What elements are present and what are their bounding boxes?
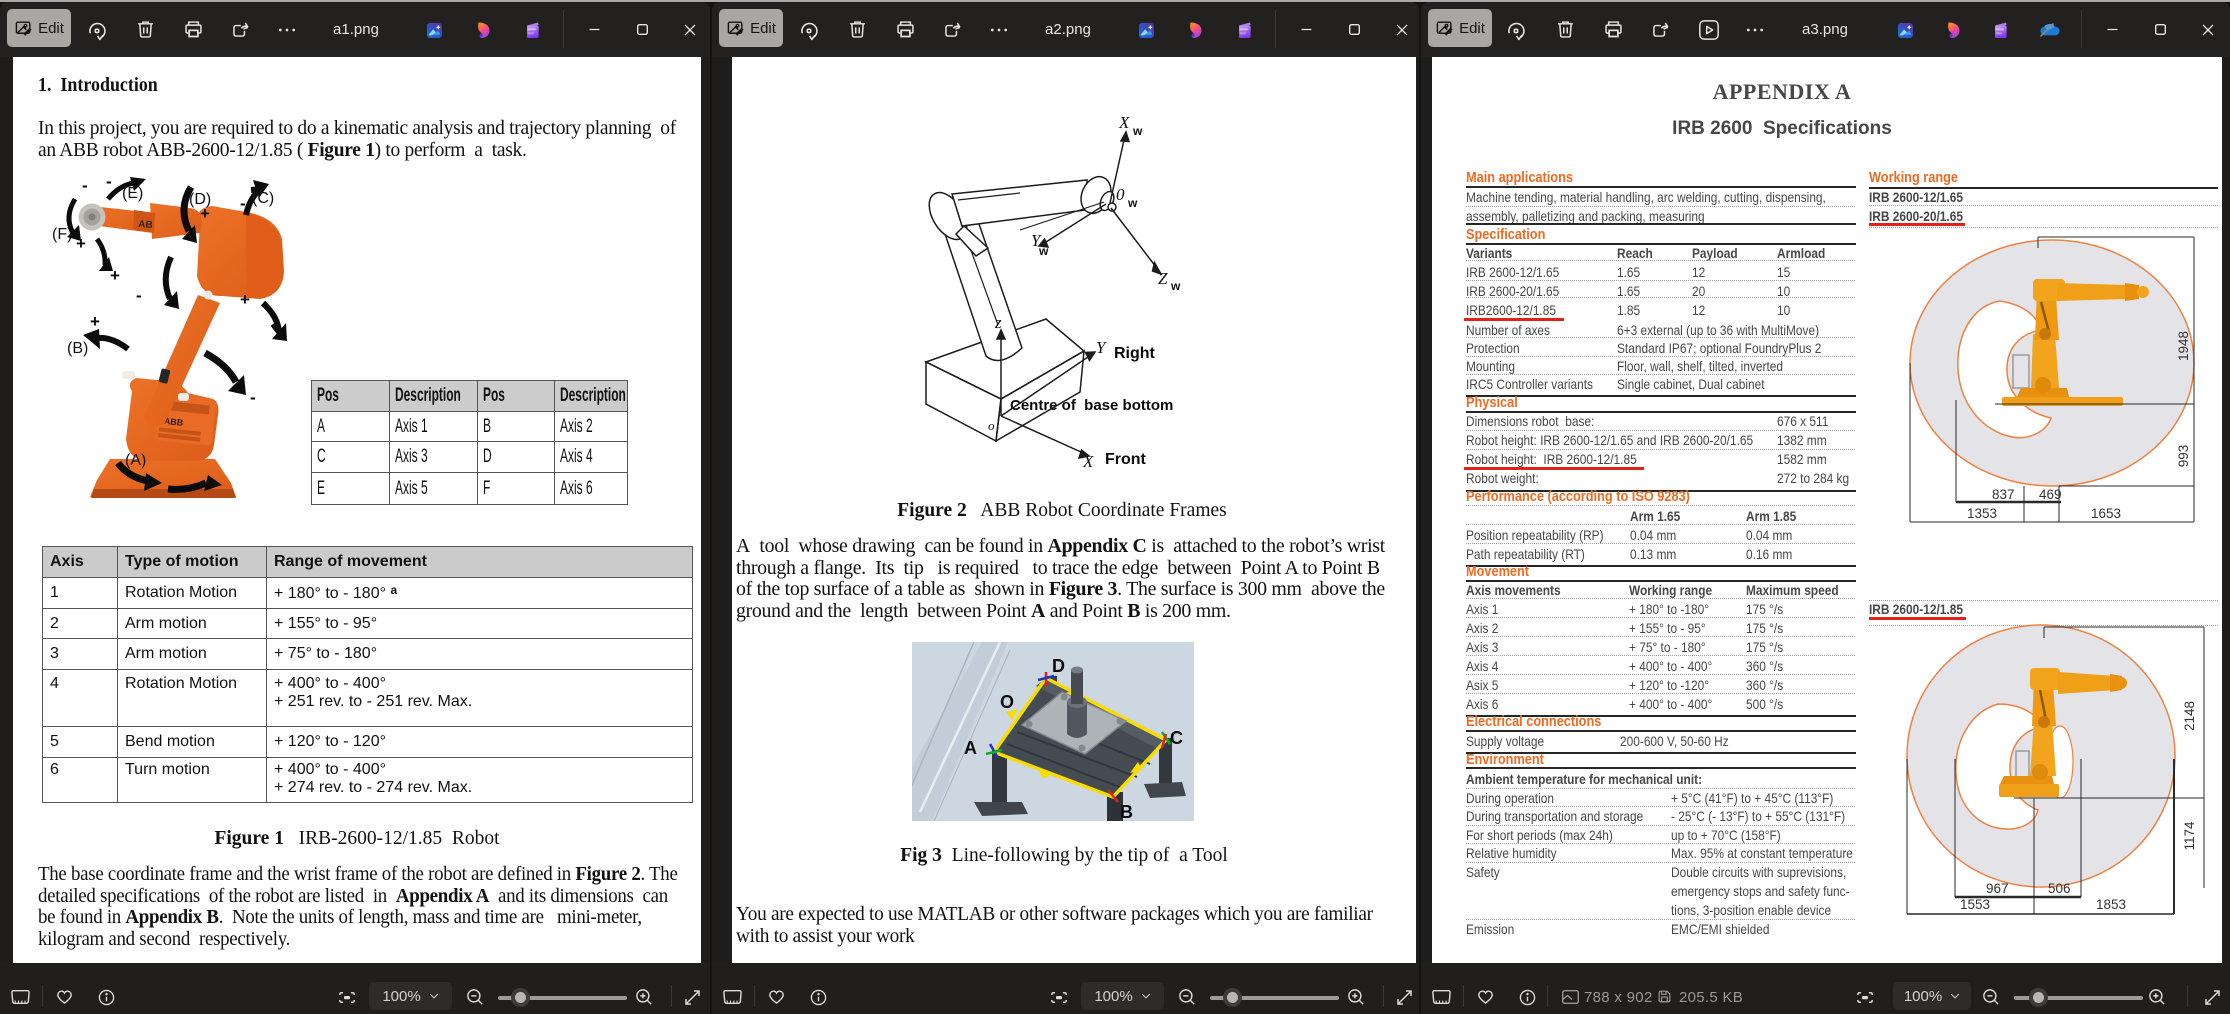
- svg-text:+: +: [240, 290, 250, 309]
- svg-text:Z: Z: [1158, 269, 1168, 288]
- svg-text:(C): (C): [252, 190, 274, 207]
- svg-text:1653: 1653: [2091, 506, 2121, 521]
- svg-text:Centre of base bottom: Centre of base bottom: [1010, 397, 1173, 414]
- svg-text:w: w: [1127, 196, 1138, 210]
- svg-text:A: A: [964, 738, 977, 758]
- svg-text:w: w: [1038, 244, 1049, 258]
- svg-text:-: -: [240, 194, 246, 213]
- svg-text:0: 0: [1116, 185, 1125, 204]
- svg-text:(A): (A): [125, 452, 146, 469]
- svg-text:+: +: [110, 266, 120, 285]
- svg-text:(F): (F): [52, 226, 72, 243]
- svg-text:w: w: [1132, 124, 1143, 138]
- svg-text:837: 837: [1992, 487, 2015, 502]
- svg-text:+: +: [200, 204, 210, 223]
- svg-text:(B): (B): [67, 340, 88, 357]
- svg-text:C: C: [1170, 728, 1183, 748]
- svg-text:w: w: [1170, 279, 1181, 293]
- svg-text:1948: 1948: [2176, 331, 2191, 361]
- svg-text:469: 469: [2039, 487, 2062, 502]
- svg-text:Y: Y: [1096, 338, 1107, 357]
- svg-text:o: o: [988, 418, 995, 433]
- svg-text:-: -: [106, 177, 112, 191]
- svg-text:+: +: [90, 312, 100, 331]
- svg-text:1853: 1853: [2096, 897, 2126, 912]
- svg-text:X: X: [1118, 113, 1130, 132]
- svg-text:-: -: [176, 478, 182, 497]
- svg-text:AB: AB: [138, 219, 153, 231]
- svg-text:X: X: [1082, 452, 1094, 471]
- svg-text:506: 506: [2048, 881, 2071, 896]
- svg-text:O: O: [1000, 692, 1014, 712]
- svg-text:B: B: [1120, 802, 1133, 821]
- svg-text:D: D: [1052, 656, 1065, 676]
- svg-text:+: +: [76, 234, 86, 253]
- svg-text:1353: 1353: [1967, 506, 1997, 521]
- svg-text:993: 993: [2176, 445, 2191, 468]
- svg-text:z: z: [994, 313, 1002, 332]
- svg-text:(E): (E): [122, 185, 143, 202]
- svg-text:1174: 1174: [2182, 821, 2197, 851]
- svg-text:Front: Front: [1105, 451, 1147, 468]
- svg-text:2148: 2148: [2182, 701, 2197, 731]
- svg-text:-: -: [136, 286, 142, 305]
- svg-text:-: -: [250, 388, 256, 407]
- svg-text:Right: Right: [1114, 345, 1156, 362]
- svg-text:1553: 1553: [1960, 897, 1990, 912]
- svg-text:+: +: [142, 472, 152, 491]
- svg-text:-: -: [82, 177, 88, 195]
- svg-text:967: 967: [1986, 881, 2009, 896]
